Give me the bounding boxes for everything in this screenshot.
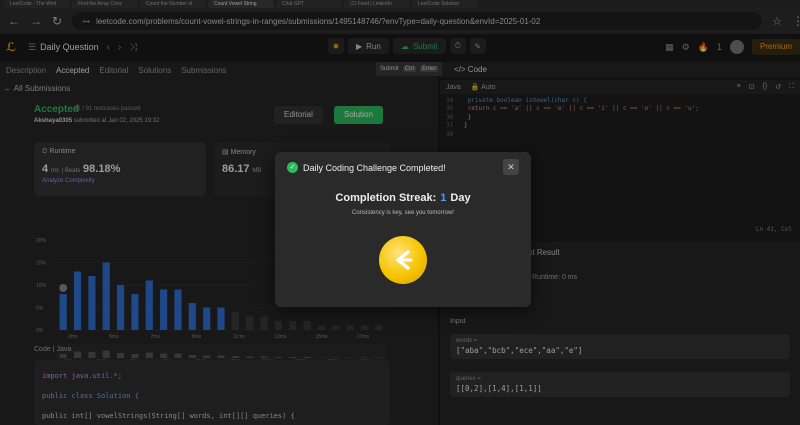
streak-number: 1 [440, 192, 447, 204]
daily-coin-icon [379, 236, 427, 284]
check-circle-icon: ✓ [287, 162, 298, 173]
daily-challenge-modal: ✓ Daily Coding Challenge Completed! ✕ Co… [275, 152, 531, 307]
consistency-message: Consistency is key, see you tomorrow! [352, 210, 454, 216]
streak-unit: Day [450, 192, 471, 204]
modal-title: Daily Coding Challenge Completed! [303, 163, 446, 173]
close-icon[interactable]: ✕ [503, 159, 519, 175]
streak-label: Completion Streak: [335, 192, 437, 204]
completion-streak: Completion Streak: 1 Day [275, 192, 531, 204]
